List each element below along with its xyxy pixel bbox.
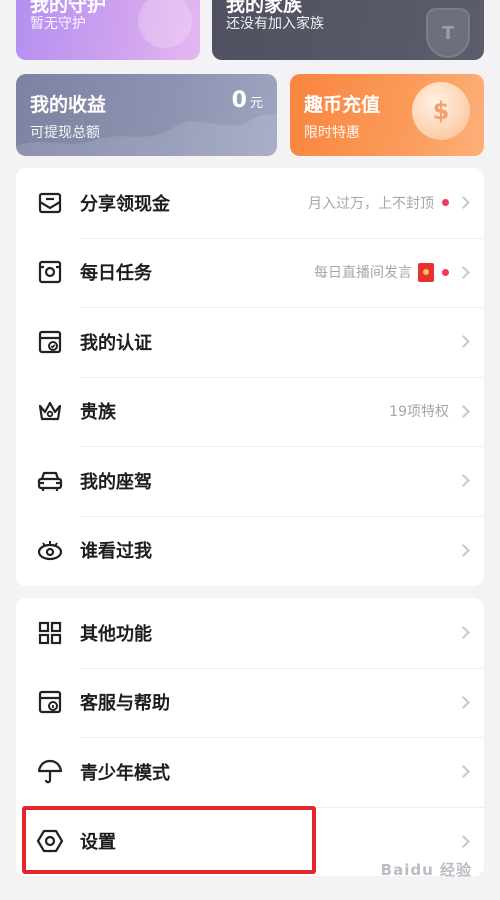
guard-decoration-icon (138, 0, 192, 48)
menu-item-hint: 19项特权 (389, 404, 449, 421)
guard-card-subtitle: 暂无守护 (30, 16, 86, 32)
menu-item-label: 青少年模式 (80, 762, 170, 784)
chevron-right-icon (457, 834, 470, 848)
family-shield-icon: T (426, 8, 470, 58)
menu-item-verification[interactable]: 我的认证 (16, 307, 484, 377)
chevron-right-icon (457, 335, 470, 349)
notification-dot (442, 268, 449, 276)
income-card-subtitle: 可提现总额 (30, 125, 100, 141)
menu-item-visitors[interactable]: 谁看过我 (16, 515, 484, 586)
menu-item-share-cash[interactable]: 分享领现金 月入过万，上不封顶 (16, 168, 484, 238)
guard-card[interactable]: 我的守护 暂无守护 (16, 0, 200, 60)
envelope-share-icon (38, 192, 62, 213)
menu-item-my-car[interactable]: 我的座驾 (16, 446, 484, 516)
income-card[interactable]: 我的收益 可提现总额 0元 (16, 74, 277, 156)
chevron-right-icon (457, 265, 470, 279)
chevron-right-icon (457, 695, 470, 709)
income-card-title: 我的收益 (30, 94, 107, 116)
menu-item-label: 每日任务 (80, 263, 152, 285)
menu-item-label: 我的座驾 (80, 471, 152, 493)
income-amount-unit: 元 (249, 96, 263, 111)
menu-item-label: 贵族 (80, 402, 116, 424)
daily-task-icon (38, 261, 62, 284)
menu-item-hint: 月入过万，上不封顶 (308, 195, 434, 212)
income-amount-value: 0 (231, 88, 247, 113)
chevron-right-icon (457, 626, 470, 640)
coins-card-title: 趣币充值 (304, 94, 381, 116)
chevron-right-icon (457, 196, 470, 210)
menu-item-help[interactable]: 客服与帮助 (16, 667, 484, 738)
car-icon (37, 471, 63, 491)
family-card[interactable]: 我的家族 还没有加入家族 T (212, 0, 484, 60)
crown-icon (38, 402, 62, 421)
chevron-right-icon (457, 543, 470, 557)
umbrella-icon (37, 759, 63, 784)
menu-item-noble[interactable]: 贵族 19项特权 (16, 376, 484, 447)
notification-dot (442, 199, 449, 207)
chevron-right-icon (457, 404, 470, 418)
chevron-right-icon (457, 765, 470, 779)
menu-item-label: 其他功能 (80, 623, 152, 645)
menu-item-label: 我的认证 (80, 332, 152, 354)
settings-highlight-box (22, 806, 316, 874)
red-packet-icon (418, 262, 434, 282)
family-card-subtitle: 还没有加入家族 (226, 16, 324, 32)
chevron-right-icon (457, 474, 470, 488)
coin-icon: $ (412, 82, 470, 140)
grid-icon (38, 621, 62, 644)
coins-card-subtitle: 限时特惠 (304, 125, 360, 141)
income-amount: 0元 (232, 88, 263, 113)
help-info-icon (38, 691, 62, 714)
verify-badge-icon (38, 330, 62, 353)
menu-item-label: 客服与帮助 (80, 693, 170, 715)
coins-recharge-card[interactable]: 趣币充值 限时特惠 $ (290, 74, 484, 156)
menu-item-youth-mode[interactable]: 青少年模式 (16, 737, 484, 807)
menu-item-daily-tasks[interactable]: 每日任务 每日直播间发言 (16, 237, 484, 308)
menu-item-other-features[interactable]: 其他功能 (16, 598, 484, 668)
features-list: 分享领现金 月入过万，上不封顶 每日任务 每日直播间发言 我的认证 贵族 19项… (16, 168, 484, 586)
eye-icon (37, 541, 63, 561)
menu-item-label: 谁看过我 (80, 541, 152, 563)
menu-item-hint: 每日直播间发言 (314, 265, 412, 282)
menu-item-label: 分享领现金 (80, 193, 170, 215)
watermark-text: Baidu 经验 (380, 861, 472, 879)
